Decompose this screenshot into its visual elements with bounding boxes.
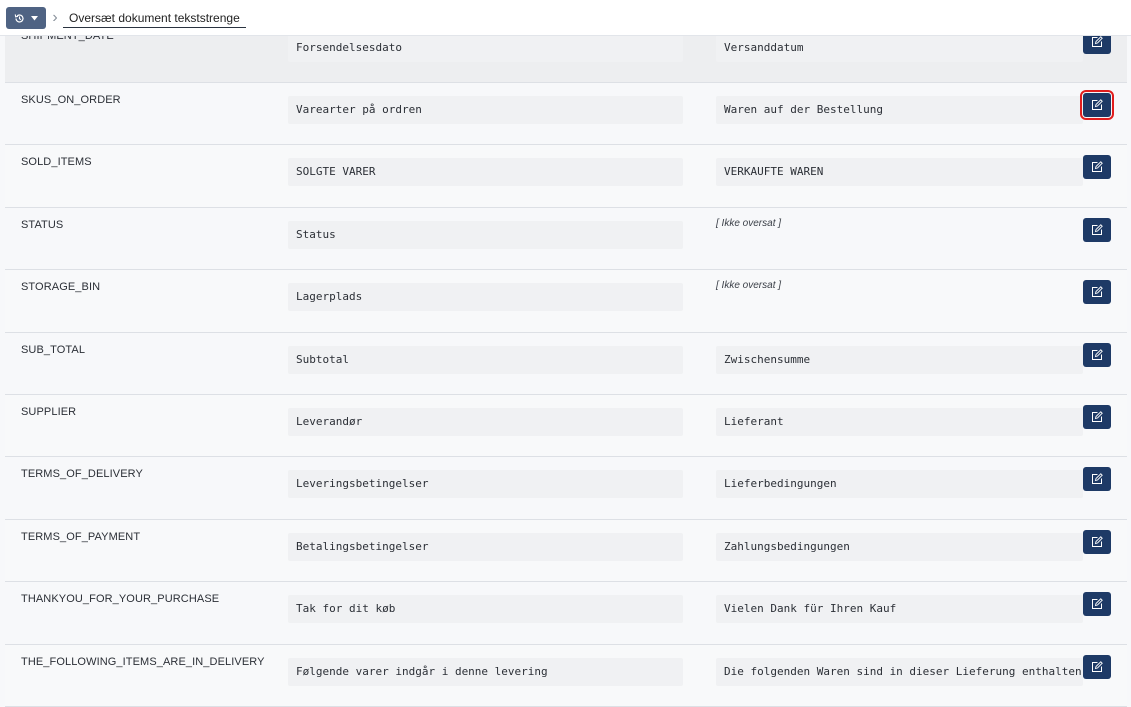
edit-button[interactable] <box>1083 342 1111 367</box>
table-row: SUB_TOTAL Subtotal Zwischensumme <box>5 333 1127 395</box>
edit-icon <box>1092 535 1103 547</box>
edit-button[interactable] <box>1083 592 1111 617</box>
translation-text-field[interactable]: Die folgenden Waren sind in dieser Liefe… <box>716 657 1083 686</box>
history-button[interactable] <box>6 7 46 29</box>
caret-down-icon <box>31 15 38 20</box>
edit-icon <box>1092 660 1103 672</box>
translation-text-field[interactable]: Vielen Dank für Ihren Kauf <box>716 595 1083 624</box>
table-row: SUPPLIER Leverandør Lieferant <box>5 395 1127 458</box>
source-text-field: Lagerplads <box>288 283 683 312</box>
string-key: SUPPLIER <box>21 406 77 418</box>
source-text-field: Leverandør <box>288 408 683 436</box>
source-text-field: Tak for dit køb <box>288 595 683 624</box>
history-icon <box>14 13 24 23</box>
edit-button[interactable] <box>1083 217 1111 242</box>
string-key: STATUS <box>21 218 64 231</box>
string-key: SOLD_ITEMS <box>21 156 92 169</box>
edit-icon <box>1092 411 1103 422</box>
source-text-field: Følgende varer indgår i denne levering <box>288 657 683 686</box>
edit-icon <box>1092 36 1103 47</box>
source-text-field: SOLGTE VARER <box>288 158 683 187</box>
edit-icon <box>1092 473 1103 485</box>
edit-button[interactable] <box>1083 654 1111 679</box>
translation-text-field[interactable]: Waren auf der Bestellung <box>716 96 1083 124</box>
translation-text-field[interactable]: Lieferant <box>716 408 1083 436</box>
table-row: TERMS_OF_PAYMENT Betalingsbetingelser Za… <box>5 519 1127 583</box>
edit-button[interactable] <box>1083 405 1111 429</box>
table-row: STORAGE_BIN Lagerplads [ Ikke oversat ] <box>5 270 1127 333</box>
translation-text-field[interactable]: Zwischensumme <box>716 345 1083 374</box>
edit-button[interactable] <box>1083 155 1111 180</box>
edit-icon <box>1092 598 1103 610</box>
page-title: Oversæt dokument tekststrenge <box>63 8 246 28</box>
source-text-field: Varearter på ordren <box>288 96 683 124</box>
edit-icon <box>1092 99 1103 110</box>
string-key: SKUS_ON_ORDER <box>21 94 121 106</box>
edit-icon <box>1092 286 1103 298</box>
edit-icon <box>1092 161 1103 173</box>
table-row: THE_FOLLOWING_ITEMS_ARE_IN_DELIVERY Følg… <box>5 644 1127 707</box>
string-key: TERMS_OF_PAYMENT <box>21 530 141 543</box>
breadcrumb-separator: › <box>52 9 58 26</box>
string-key: SUB_TOTAL <box>21 343 86 356</box>
string-key: STORAGE_BIN <box>21 281 101 294</box>
source-text-field: Leveringsbetingelser <box>288 470 683 499</box>
translation-text-field[interactable]: VERKAUFTE WAREN <box>716 158 1083 187</box>
edit-icon <box>1092 223 1103 235</box>
string-key: TERMS_OF_DELIVERY <box>21 468 143 481</box>
table-row: STATUS Status [ Ikke oversat ] <box>5 208 1127 271</box>
source-text-field: Forsendelsesdato <box>288 34 683 62</box>
table-row: TERMS_OF_DELIVERY Leveringsbetingelser L… <box>5 457 1127 520</box>
string-key: THANKYOU_FOR_YOUR_PURCHASE <box>21 593 220 606</box>
edit-button[interactable] <box>1083 280 1111 305</box>
edit-icon <box>1092 348 1103 360</box>
string-key: THE_FOLLOWING_ITEMS_ARE_IN_DELIVERY <box>21 655 265 668</box>
table-row: THANKYOU_FOR_YOUR_PURCHASE Tak for dit k… <box>5 582 1127 645</box>
translation-text-field[interactable]: Versanddatum <box>716 34 1083 62</box>
top-bar: › Oversæt dokument tekststrenge <box>0 0 1131 36</box>
table-row: SKUS_ON_ORDER Varearter på ordren Waren … <box>5 83 1127 146</box>
source-text-field: Status <box>288 220 683 249</box>
edit-button[interactable] <box>1080 90 1114 120</box>
table-row: SOLD_ITEMS SOLGTE VARER VERKAUFTE WAREN <box>5 145 1127 208</box>
not-translated-label: [ Ikke oversat ] <box>716 280 782 292</box>
source-text-field: Betalingsbetingelser <box>288 532 683 561</box>
translation-text-field[interactable]: Lieferbedingungen <box>716 470 1083 499</box>
not-translated-label: [ Ikke oversat ] <box>716 217 782 229</box>
source-text-field: Subtotal <box>288 345 683 374</box>
edit-button[interactable] <box>1083 467 1111 492</box>
edit-button[interactable] <box>1083 529 1111 554</box>
translation-text-field[interactable]: Zahlungsbedingungen <box>716 532 1083 561</box>
